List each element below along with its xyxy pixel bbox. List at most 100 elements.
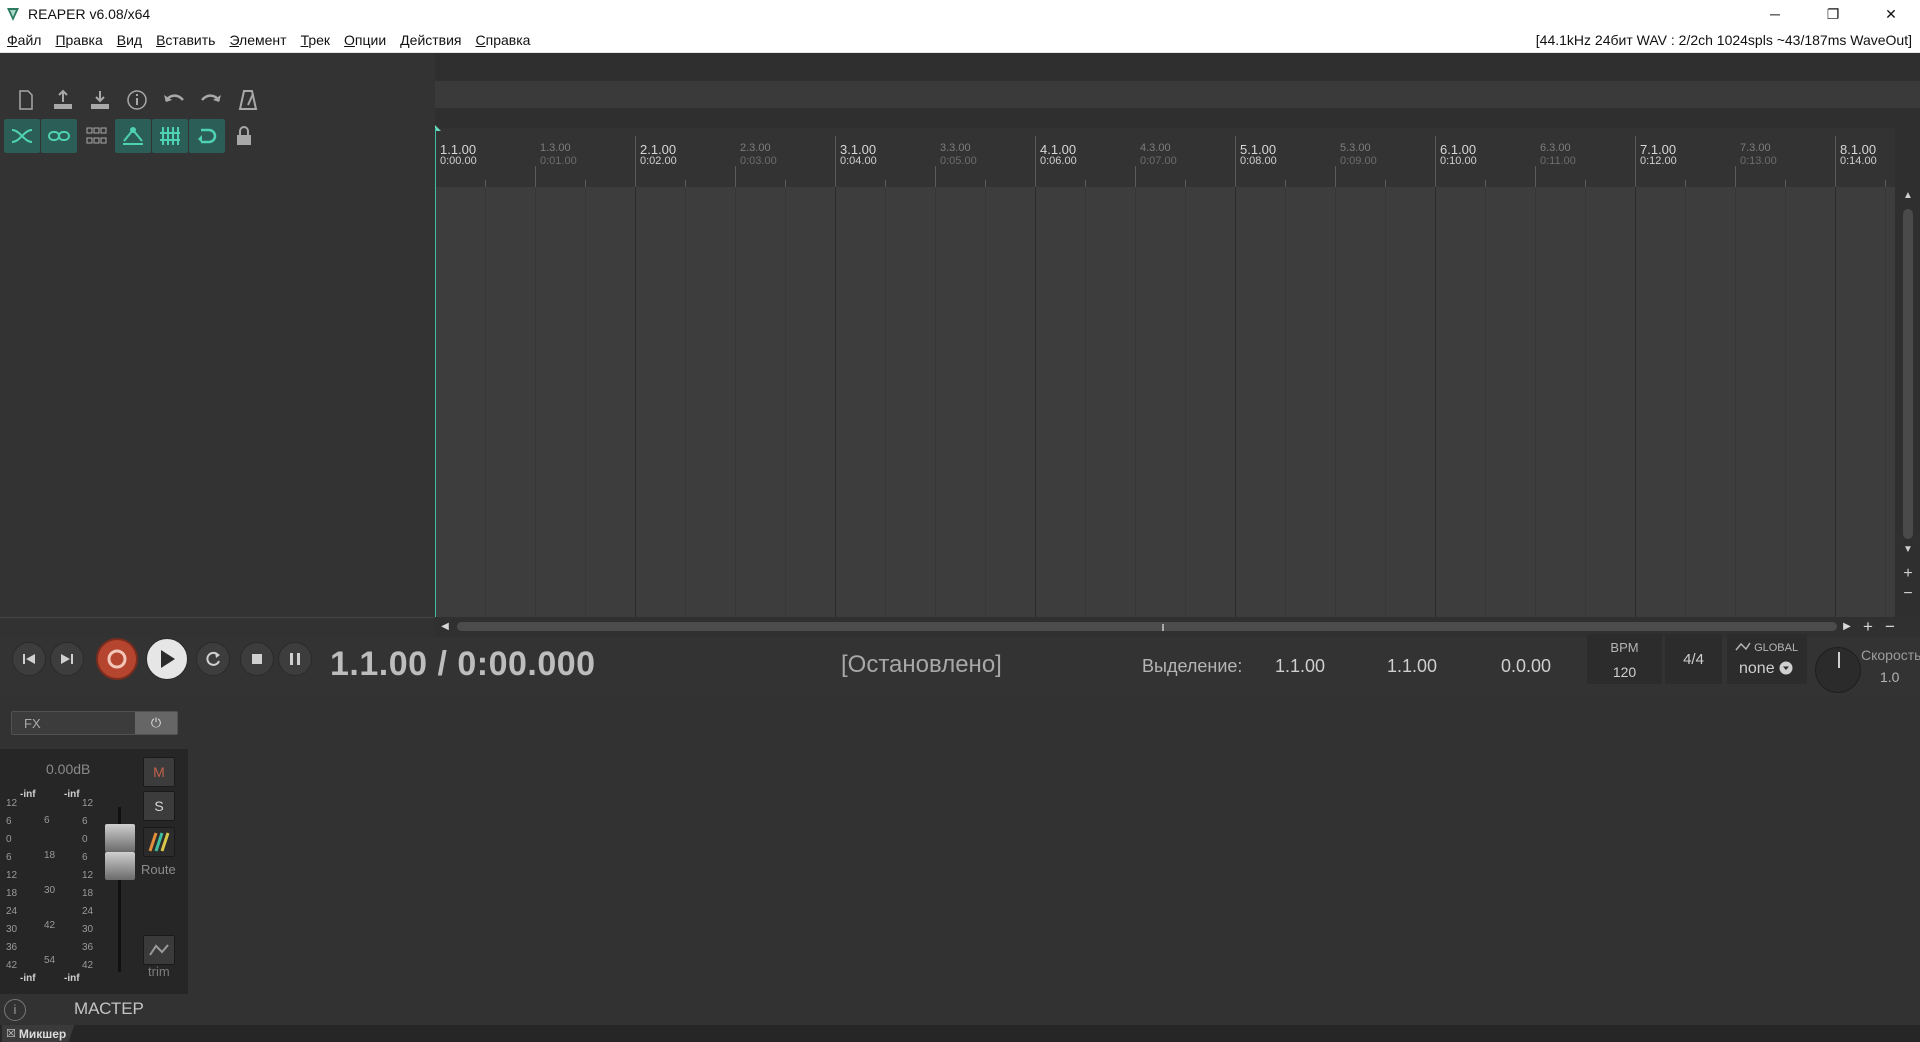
menu-track[interactable]: Трек bbox=[294, 28, 337, 53]
selection-start[interactable]: 1.1.00 bbox=[1275, 656, 1325, 677]
route-stripes-icon[interactable] bbox=[143, 827, 175, 857]
record-button[interactable] bbox=[96, 638, 138, 680]
peak-left-readout[interactable]: -inf bbox=[20, 789, 36, 800]
save-project-icon[interactable] bbox=[82, 83, 118, 117]
ruler-label-minor: 3.3.00 0:05.00 bbox=[940, 142, 977, 167]
info-icon[interactable]: i bbox=[4, 999, 26, 1021]
fx-bypass-power-icon[interactable]: ⏻ bbox=[135, 712, 177, 734]
playrate-label: Скорость bbox=[1861, 647, 1920, 663]
master-volume-display[interactable]: 0.00dB bbox=[46, 761, 90, 777]
mixer-docker-tab[interactable]: ☒ Микшер bbox=[2, 1025, 75, 1042]
pause-button[interactable] bbox=[278, 642, 312, 676]
grid-line bbox=[535, 187, 536, 617]
grid-line bbox=[1335, 187, 1336, 617]
menu-options[interactable]: Опции bbox=[337, 28, 393, 53]
grid-line bbox=[1735, 187, 1736, 617]
ruler-tick bbox=[1485, 180, 1486, 187]
grid-line bbox=[935, 187, 936, 617]
scroll-down-icon[interactable]: ▼ bbox=[1901, 543, 1915, 557]
route-label[interactable]: Route bbox=[141, 862, 176, 877]
peak-right-readout[interactable]: -inf bbox=[64, 789, 80, 800]
zoom-out-horizontal-icon[interactable]: − bbox=[1882, 618, 1898, 635]
docker-tab-label: Микшер bbox=[18, 1026, 67, 1041]
trim-automation-icon[interactable] bbox=[143, 935, 175, 965]
vertical-scrollbar[interactable]: ▲ ▼ + − bbox=[1898, 187, 1918, 617]
time-signature-value: 4/4 bbox=[1683, 651, 1704, 668]
close-button[interactable]: ✕ bbox=[1862, 0, 1920, 28]
ruler-tick bbox=[985, 180, 986, 187]
project-settings-icon[interactable] bbox=[119, 83, 155, 117]
volume-fader-handle[interactable] bbox=[105, 824, 135, 852]
grid-line bbox=[1035, 187, 1036, 617]
repeat-toggle-icon[interactable] bbox=[196, 642, 230, 676]
ruler-label-major: 5.1.00 0:08.00 bbox=[1240, 142, 1277, 167]
track-control-panel[interactable] bbox=[0, 53, 435, 618]
grid-line bbox=[1785, 187, 1786, 617]
metronome-icon[interactable] bbox=[230, 83, 266, 117]
audio-device-status[interactable]: [44.1kHz 24бит WAV : 2/2ch 1024spls ~43/… bbox=[1536, 28, 1912, 53]
grid-line bbox=[1385, 187, 1386, 617]
horizontal-scroll-thumb[interactable] bbox=[457, 622, 1837, 631]
restore-button[interactable]: ❐ bbox=[1804, 0, 1862, 28]
menu-actions[interactable]: Действия bbox=[393, 28, 468, 53]
new-project-icon[interactable] bbox=[8, 83, 44, 117]
lock-icon[interactable] bbox=[226, 119, 262, 153]
global-automation-control[interactable]: GLOBAL none bbox=[1727, 634, 1807, 684]
selection-end[interactable]: 1.1.00 bbox=[1387, 656, 1437, 677]
arrange-view[interactable]: 1.1.00 0:00.00 1.3.00 0:01.00 2.1.00 0:02.0… bbox=[435, 53, 1920, 637]
master-channel-strip: 0.00dB -inf -inf 12 6 0 6 12 18 24 30 36 42 6 18 30… bbox=[0, 749, 188, 994]
menu-item[interactable]: Элемент bbox=[222, 28, 293, 53]
playrate-knob[interactable] bbox=[1815, 647, 1861, 693]
track-lanes-area[interactable] bbox=[435, 187, 1895, 617]
meter-bottom-right: -inf bbox=[64, 973, 80, 984]
undo-icon[interactable] bbox=[156, 83, 192, 117]
playrate-value[interactable]: 1.0 bbox=[1880, 669, 1899, 685]
item-grouping-icon[interactable] bbox=[41, 119, 77, 153]
open-project-icon[interactable] bbox=[45, 83, 81, 117]
zoom-in-vertical-icon[interactable]: + bbox=[1901, 566, 1915, 582]
ruler-label-major: 7.1.00 0:12.00 bbox=[1640, 142, 1677, 167]
vertical-scroll-thumb[interactable] bbox=[1903, 209, 1913, 539]
minimize-button[interactable]: ─ bbox=[1746, 0, 1804, 28]
menu-file[interactable]: Файл bbox=[0, 28, 48, 53]
scroll-left-icon[interactable]: ◀ bbox=[437, 619, 453, 635]
ripple-edit-icon[interactable] bbox=[189, 119, 225, 153]
play-position-display[interactable]: 1.1.00 / 0:00.000 bbox=[330, 645, 596, 684]
time-signature-control[interactable]: 4/4 bbox=[1665, 634, 1722, 684]
master-info-bar: i МАСТЕР bbox=[0, 994, 188, 1024]
envelope-points-icon[interactable] bbox=[115, 119, 151, 153]
meter-bottom-left: -inf bbox=[20, 973, 36, 984]
selection-length[interactable]: 0.0.00 bbox=[1501, 656, 1551, 677]
menu-help[interactable]: Справка bbox=[469, 28, 538, 53]
mixer-panel[interactable]: FX ⏻ 0.00dB -inf -inf 12 6 0 6 12 18 24 30 36 42 … bbox=[0, 697, 1920, 1025]
zoom-in-horizontal-icon[interactable]: + bbox=[1860, 618, 1876, 635]
play-button[interactable] bbox=[146, 638, 188, 680]
meter-scale-left: 12 6 0 6 12 18 24 30 36 42 bbox=[6, 798, 18, 971]
master-fx-slot[interactable]: FX ⏻ bbox=[11, 711, 178, 735]
auto-crossfade-icon[interactable] bbox=[4, 119, 40, 153]
mute-button[interactable]: M bbox=[143, 757, 175, 787]
grid-line bbox=[1835, 187, 1836, 617]
menu-edit[interactable]: Правка bbox=[48, 28, 109, 53]
pan-fader-handle[interactable] bbox=[105, 852, 135, 880]
ruler-label-major: 8.1.00 0:14.00 bbox=[1840, 142, 1877, 167]
solo-button[interactable]: S bbox=[143, 791, 175, 821]
zoom-out-vertical-icon[interactable]: − bbox=[1901, 586, 1915, 602]
menu-view[interactable]: Вид bbox=[110, 28, 149, 53]
scroll-up-icon[interactable]: ▲ bbox=[1901, 189, 1915, 203]
redo-icon[interactable] bbox=[193, 83, 229, 117]
timeline-ruler[interactable]: 1.1.00 0:00.00 1.3.00 0:01.00 2.1.00 0:02.0… bbox=[435, 128, 1895, 187]
go-to-end-icon[interactable] bbox=[50, 642, 84, 676]
region-marker-lane[interactable] bbox=[435, 81, 1920, 108]
bpm-control[interactable]: BPM 120 bbox=[1587, 634, 1662, 684]
stop-button[interactable] bbox=[240, 642, 274, 676]
grid-view-icon[interactable] bbox=[78, 119, 114, 153]
ruler-tick bbox=[635, 136, 636, 187]
trim-label[interactable]: trim bbox=[148, 964, 170, 979]
ruler-label-major: 2.1.00 0:02.00 bbox=[640, 142, 677, 167]
close-tab-icon[interactable]: ☒ bbox=[6, 1027, 16, 1040]
go-to-start-icon[interactable] bbox=[12, 642, 46, 676]
snap-grid-icon[interactable] bbox=[152, 119, 188, 153]
menu-insert[interactable]: Вставить bbox=[149, 28, 222, 53]
scroll-right-icon[interactable]: ▶ bbox=[1839, 619, 1855, 635]
